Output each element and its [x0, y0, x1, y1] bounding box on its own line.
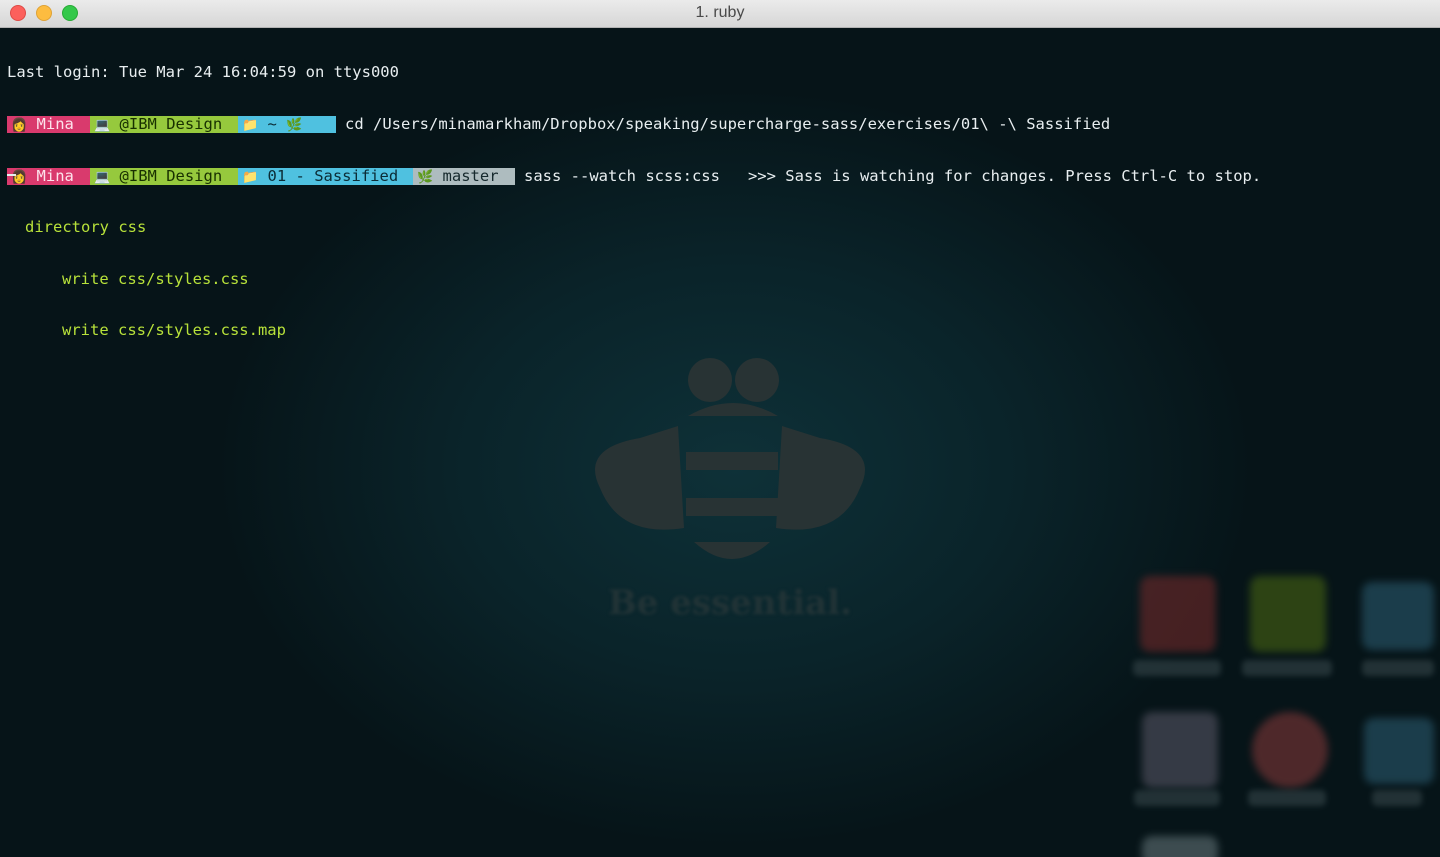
prompt-user: Mina: [36, 166, 74, 185]
desktop-icon-label: [1133, 660, 1221, 676]
prompt-branch: master: [442, 166, 499, 185]
output-line: write css/styles.css: [7, 269, 1261, 288]
prompt-dir-segment: 📁 01 - Sassified: [238, 166, 413, 185]
desktop-icon: [1250, 576, 1326, 652]
prompt-dir: ~: [267, 115, 277, 133]
computer-icon: 💻: [94, 118, 111, 133]
terminal-cursor: [7, 174, 16, 176]
terminal-content[interactable]: Be essential. Last login: Tue Mar 24 16:…: [0, 28, 1440, 857]
branch-icon: 🌿: [286, 118, 303, 133]
prompt-host-segment: 💻 @IBM Design: [90, 115, 238, 134]
output-line: directory css: [7, 219, 1261, 236]
window-title: 1. ruby: [695, 4, 745, 21]
terminal-window: 1. ruby Be essential. Last login: Tue Ma…: [0, 0, 1440, 857]
prompt-host: @IBM Design: [119, 115, 223, 133]
command-text: sass --watch scss:css >>> Sass is watchi…: [524, 166, 1262, 185]
prompt-git-segment: 🌿 master: [413, 166, 515, 185]
desktop-icon-label: [1372, 790, 1422, 806]
woman-icon: 👩: [11, 118, 28, 133]
prompt-user-segment: 👩 Mina: [7, 115, 90, 134]
prompt-line-1: 👩 Mina 💻 @IBM Design 📁 ~ 🌿 cd /Users/minama…: [7, 115, 1261, 134]
folder-icon: [1362, 582, 1434, 650]
computer-icon: 💻: [94, 169, 111, 185]
title-bar[interactable]: 1. ruby: [0, 0, 1440, 28]
command-text: cd /Users/minamarkham/Dropbox/speaking/s…: [345, 115, 1111, 133]
desktop-icon: [1140, 576, 1216, 652]
prompt-host-segment: 💻 @IBM Design: [90, 166, 238, 185]
output-text: write css/styles.css.map: [62, 321, 286, 340]
desktop-icon: [1142, 712, 1218, 788]
folder-icon: [1364, 718, 1434, 784]
desktop-icon-label: [1242, 660, 1332, 676]
prompt-line-2: 👩 Mina 💻 @IBM Design 📁 01 - Sassified 🌿 mas…: [7, 166, 1262, 185]
desktop-icon: [1142, 836, 1218, 857]
folder-icon: 📁: [242, 118, 259, 133]
prompt-user: Mina: [36, 115, 74, 133]
desktop-icon-label: [1134, 790, 1220, 806]
output-text: directory css: [25, 218, 147, 237]
woman-icon: 👩: [11, 169, 28, 185]
prompt-host: @IBM Design: [119, 166, 223, 185]
wallpaper-tagline: Be essential.: [608, 583, 852, 623]
desktop-icon-label: [1248, 790, 1326, 806]
output-line: write css/styles.css.map: [7, 322, 1261, 339]
desktop-icon-label: [1362, 660, 1434, 676]
folder-icon: 📁: [242, 169, 259, 185]
prompt-user-segment: 👩 Mina: [7, 166, 90, 185]
prompt-dir: 01 - Sassified: [267, 166, 399, 185]
prompt-dir-segment: 📁 ~ 🌿: [238, 115, 336, 134]
branch-icon: 🌿: [417, 169, 434, 185]
terminal-output: Last login: Tue Mar 24 16:04:59 on ttys0…: [7, 30, 1261, 374]
output-text: write css/styles.css: [62, 269, 249, 288]
last-login-line: Last login: Tue Mar 24 16:04:59 on ttys0…: [7, 63, 399, 82]
desktop-icon: [1252, 712, 1328, 788]
